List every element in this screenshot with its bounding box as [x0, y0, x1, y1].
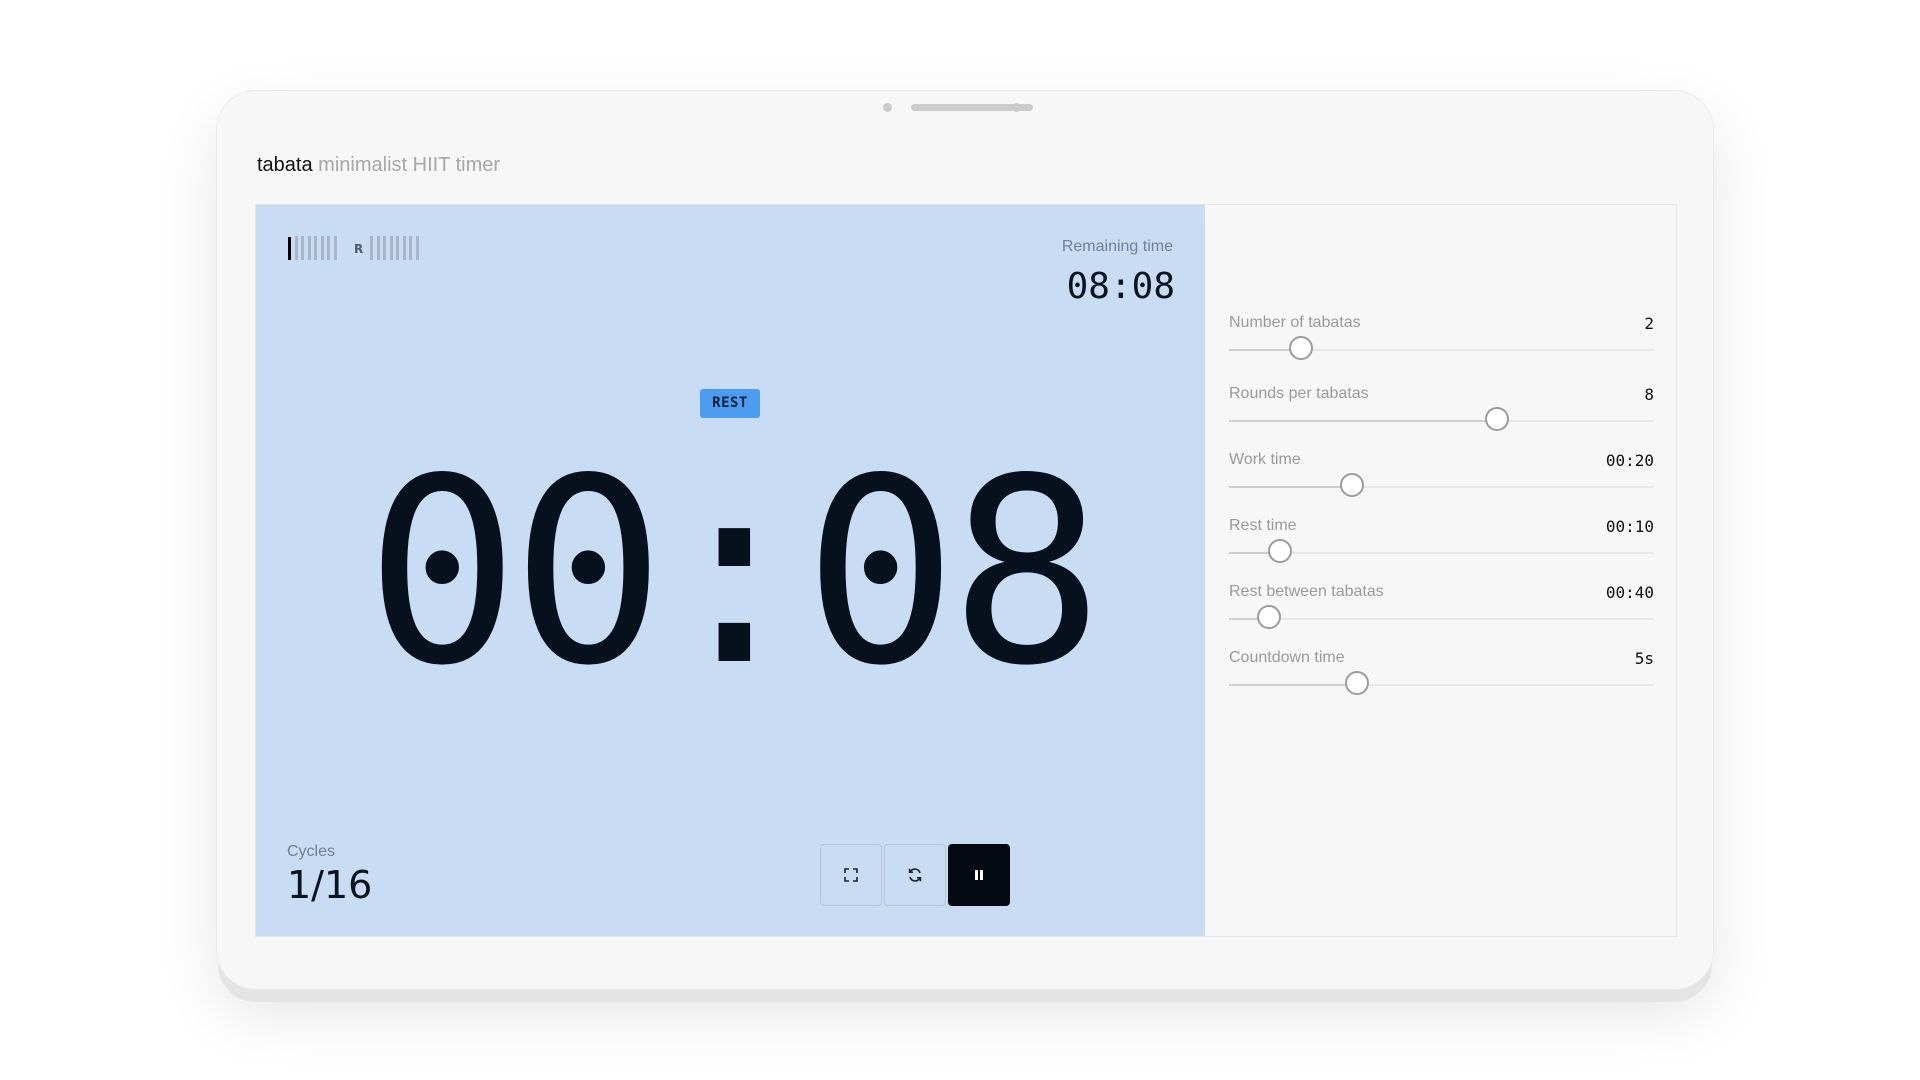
cycles-value: 1/16: [287, 863, 373, 907]
round-tick: [294, 236, 298, 260]
app-header: tabata minimalist HIIT timer: [257, 154, 500, 177]
round-tick: [320, 236, 324, 260]
slider-fill: [1229, 420, 1497, 422]
pause-icon: [975, 870, 983, 880]
slider-track[interactable]: [1229, 407, 1654, 431]
slider-fill: [1229, 684, 1357, 686]
round-tick: [301, 236, 304, 260]
setting-label: Work time: [1229, 451, 1301, 468]
remaining-time-value: 08:08: [1066, 266, 1175, 307]
slider-track[interactable]: [1229, 671, 1654, 695]
setting-rest-between-tabatas: Rest between tabatas 00:40: [1229, 583, 1654, 643]
slider-thumb[interactable]: [1268, 539, 1292, 563]
pause-button[interactable]: [948, 844, 1010, 906]
settings-panel: Number of tabatas 2 Rounds per tabatas 8…: [1205, 205, 1676, 936]
main-panel: R Remaining time 08:08 REST 00:08 Cycles…: [255, 204, 1677, 937]
reset-icon: [908, 868, 922, 882]
round-tick: [415, 236, 419, 260]
round-tick: [333, 236, 337, 260]
fullscreen-button[interactable]: [820, 844, 882, 906]
phase-badge: REST: [700, 389, 760, 418]
slider-thumb[interactable]: [1344, 671, 1369, 695]
camera-dot: [883, 103, 892, 112]
timer-area: R Remaining time 08:08 REST 00:08 Cycles…: [256, 205, 1205, 936]
round-tick: [327, 236, 330, 260]
slider-thumb[interactable]: [1340, 473, 1365, 497]
round-tick: [402, 236, 406, 260]
setting-rest-time: Rest time 00:10: [1229, 517, 1654, 577]
setting-rounds-per-tabatas: Rounds per tabatas 8: [1229, 385, 1654, 445]
setting-label: Rest between tabatas: [1229, 583, 1384, 600]
round-tick: [389, 236, 393, 260]
slider-track[interactable]: [1229, 539, 1654, 563]
setting-value: 8: [1644, 385, 1654, 404]
slider-thumb[interactable]: [1257, 605, 1282, 629]
slider-thumb[interactable]: [1289, 336, 1314, 360]
setting-value: 00:10: [1605, 517, 1654, 536]
setting-label: Number of tabatas: [1229, 314, 1361, 331]
round-tick: [376, 236, 380, 260]
setting-value: 2: [1644, 314, 1654, 333]
rest-marker: R: [354, 242, 364, 256]
setting-number-of-tabatas: Number of tabatas 2: [1229, 314, 1654, 374]
round-tick: [314, 236, 317, 260]
slider-fill: [1229, 486, 1353, 488]
round-tick: [288, 237, 291, 260]
sensor-dot: [1012, 103, 1021, 112]
round-tick: [370, 236, 373, 260]
setting-value: 00:40: [1605, 583, 1654, 602]
slider-track[interactable]: [1229, 336, 1654, 360]
round-tick: [307, 236, 311, 260]
tablet-frame: tabata minimalist HIIT timer R Remaining…: [216, 90, 1714, 990]
camera-bar: [217, 102, 1713, 112]
app-subtitle: minimalist HIIT timer: [318, 154, 501, 176]
slider-track[interactable]: [1229, 473, 1654, 497]
round-tick: [409, 236, 412, 260]
app-name: tabata: [257, 154, 313, 176]
round-tick: [383, 236, 386, 260]
slider-track[interactable]: [1229, 605, 1654, 629]
setting-label: Countdown time: [1229, 649, 1345, 666]
setting-label: Rounds per tabatas: [1229, 385, 1369, 402]
slider-thumb[interactable]: [1484, 407, 1509, 431]
current-interval-time: 00:08: [365, 424, 1104, 722]
setting-work-time: Work time 00:20: [1229, 451, 1654, 511]
setting-label: Rest time: [1229, 517, 1297, 534]
round-tick: [396, 236, 399, 260]
fullscreen-icon: [844, 868, 858, 882]
setting-countdown-time: Countdown time 5s: [1229, 649, 1654, 709]
cycles-label: Cycles: [287, 843, 336, 860]
setting-value: 5s: [1634, 649, 1654, 668]
remaining-time-label: Remaining time: [1061, 238, 1173, 255]
reset-button[interactable]: [884, 844, 946, 906]
setting-value: 00:20: [1605, 451, 1654, 470]
